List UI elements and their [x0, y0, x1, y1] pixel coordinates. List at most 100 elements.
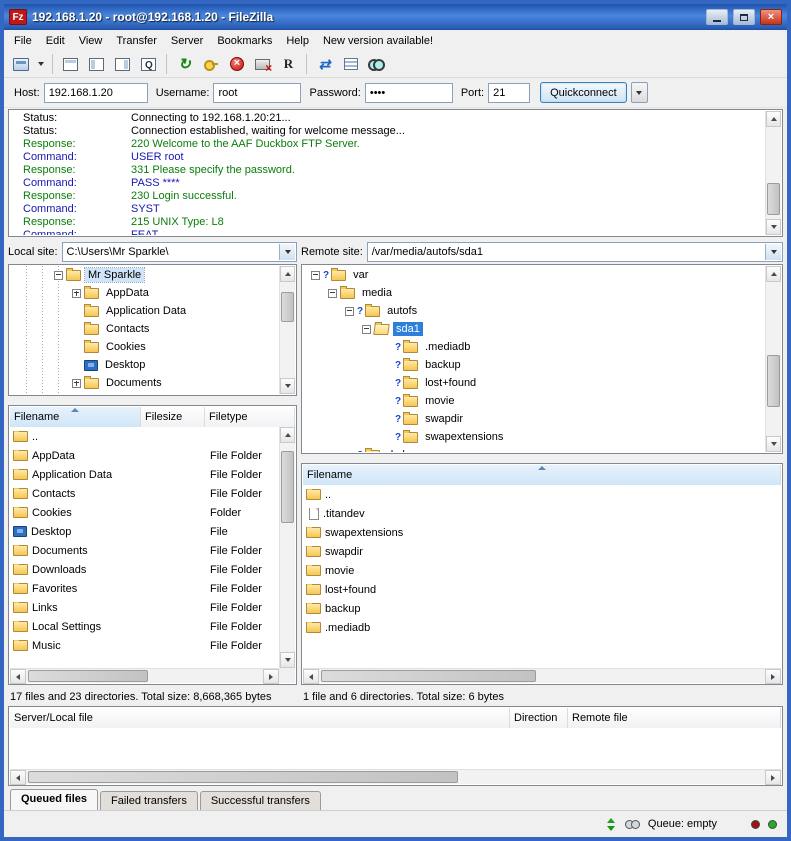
combo-dropdown-button[interactable] — [765, 244, 781, 260]
tab-queued-files[interactable]: Queued files — [10, 789, 98, 810]
column-header-filetype[interactable]: Filetype — [205, 407, 295, 427]
file-row-desktop[interactable]: DesktopFile — [10, 522, 279, 541]
scroll-right-button[interactable] — [765, 770, 781, 785]
file-row-cookies[interactable]: CookiesFolder — [10, 503, 279, 522]
title-bar[interactable]: 192.168.1.20 - root@192.168.1.20 - FileZ… — [4, 4, 787, 30]
file-row-contacts[interactable]: ContactsFile Folder — [10, 484, 279, 503]
scroll-up-button[interactable] — [766, 266, 781, 282]
remote-site-combobox[interactable]: /var/media/autofs/sda1 — [367, 242, 783, 262]
tree-item-autofs[interactable]: autofs — [303, 302, 765, 320]
file-row-links[interactable]: LinksFile Folder — [10, 598, 279, 617]
directory-comparison-button[interactable] — [338, 53, 363, 76]
menu-item-transfer[interactable]: Transfer — [109, 32, 164, 50]
cancel-button[interactable] — [224, 53, 249, 76]
toggle-local-tree-button[interactable] — [84, 53, 109, 76]
expand-icon[interactable] — [72, 379, 81, 388]
port-input[interactable] — [488, 83, 530, 103]
menu-item-file[interactable]: File — [7, 32, 39, 50]
scrollbar-thumb[interactable] — [281, 292, 294, 323]
column-header-filename[interactable]: Filename — [303, 465, 781, 485]
menu-item-new-version-available[interactable]: New version available! — [316, 32, 440, 50]
file-row-mediadb[interactable]: .mediadb — [303, 618, 781, 637]
maximize-button[interactable] — [733, 9, 755, 25]
tree-item-lost-found[interactable]: lost+found — [303, 374, 765, 392]
queue-column-header-direction[interactable]: Direction — [510, 708, 568, 728]
scroll-left-button[interactable] — [10, 770, 26, 785]
tree-item-dvd[interactable]: dvd — [303, 446, 765, 452]
queue-column-header-server-local-file[interactable]: Server/Local file — [10, 708, 510, 728]
scroll-up-button[interactable] — [280, 427, 295, 443]
scroll-down-button[interactable] — [280, 378, 295, 394]
tree-item-sda1[interactable]: sda1 — [303, 320, 765, 338]
file-row-item[interactable]: .. — [303, 485, 781, 504]
toggle-log-view-button[interactable] — [58, 53, 83, 76]
quickconnect-dropdown-button[interactable] — [631, 82, 648, 103]
tree-item-swapdir[interactable]: swapdir — [303, 410, 765, 428]
tree-item-documents[interactable]: Documents — [10, 374, 279, 392]
local-site-combobox[interactable]: C:\Users\Mr Sparkle\ — [62, 242, 297, 262]
scrollbar-thumb[interactable] — [281, 451, 294, 523]
log-vertical-scrollbar[interactable] — [765, 111, 781, 235]
tree-item-cookies[interactable]: Cookies — [10, 338, 279, 356]
scrollbar-thumb[interactable] — [767, 183, 780, 215]
synchronized-browsing-button[interactable] — [312, 53, 337, 76]
scroll-up-button[interactable] — [280, 266, 295, 282]
tree-item-mr-sparkle[interactable]: Mr Sparkle — [10, 266, 279, 284]
host-input[interactable] — [44, 83, 148, 103]
queue-body[interactable] — [10, 728, 781, 769]
disconnect-button[interactable] — [250, 53, 275, 76]
toggle-remote-tree-button[interactable] — [110, 53, 135, 76]
scroll-down-button[interactable] — [280, 652, 295, 668]
scroll-down-button[interactable] — [766, 219, 781, 235]
minimize-button[interactable] — [706, 9, 728, 25]
file-row-application-data[interactable]: Application DataFile Folder — [10, 465, 279, 484]
scroll-right-button[interactable] — [263, 669, 279, 684]
menu-item-help[interactable]: Help — [279, 32, 316, 50]
file-row-lost-found[interactable]: lost+found — [303, 580, 781, 599]
file-row-item[interactable]: .. — [10, 427, 279, 446]
file-row-movie[interactable]: movie — [303, 561, 781, 580]
scroll-down-button[interactable] — [766, 436, 781, 452]
directory-comparison-icon[interactable] — [625, 820, 640, 829]
local-list-horizontal-scrollbar[interactable] — [10, 668, 279, 683]
column-header-filesize[interactable]: Filesize — [141, 407, 205, 427]
tab-failed-transfers[interactable]: Failed transfers — [100, 791, 198, 810]
password-input[interactable] — [365, 83, 453, 103]
tree-item-backup[interactable]: backup — [303, 356, 765, 374]
refresh-button[interactable] — [172, 53, 197, 76]
tree-item-movie[interactable]: movie — [303, 392, 765, 410]
file-row-appdata[interactable]: AppDataFile Folder — [10, 446, 279, 465]
collapse-icon[interactable] — [345, 307, 354, 316]
tree-item-media[interactable]: media — [303, 284, 765, 302]
expand-icon[interactable] — [72, 289, 81, 298]
menu-item-view[interactable]: View — [72, 32, 110, 50]
site-manager-dropdown[interactable] — [34, 53, 47, 76]
scroll-left-button[interactable] — [10, 669, 26, 684]
collapse-icon[interactable] — [362, 325, 371, 334]
scrollbar-thumb[interactable] — [28, 771, 458, 783]
file-row-downloads[interactable]: DownloadsFile Folder — [10, 560, 279, 579]
remote-tree-vertical-scrollbar[interactable] — [765, 266, 781, 452]
splitter-horizontal[interactable] — [8, 396, 297, 405]
file-row-documents[interactable]: DocumentsFile Folder — [10, 541, 279, 560]
queue-horizontal-scrollbar[interactable] — [10, 769, 781, 784]
tree-item-swapextensions[interactable]: swapextensions — [303, 428, 765, 446]
splitter-horizontal[interactable] — [301, 454, 783, 463]
scroll-right-button[interactable] — [765, 669, 781, 684]
reconnect-button[interactable] — [276, 53, 301, 76]
tree-item-appdata[interactable]: AppData — [10, 284, 279, 302]
menu-item-edit[interactable]: Edit — [39, 32, 72, 50]
close-button[interactable] — [760, 9, 782, 25]
queue-column-header-remote-file[interactable]: Remote file — [568, 708, 781, 728]
file-row-favorites[interactable]: FavoritesFile Folder — [10, 579, 279, 598]
combo-dropdown-button[interactable] — [279, 244, 295, 260]
tree-item-contacts[interactable]: Contacts — [10, 320, 279, 338]
scroll-up-button[interactable] — [766, 111, 781, 127]
local-tree-vertical-scrollbar[interactable] — [279, 266, 295, 394]
menu-item-server[interactable]: Server — [164, 32, 210, 50]
remote-list-horizontal-scrollbar[interactable] — [303, 668, 781, 683]
scrollbar-thumb[interactable] — [767, 355, 780, 407]
menu-item-bookmarks[interactable]: Bookmarks — [210, 32, 279, 50]
site-manager-button[interactable] — [8, 53, 33, 76]
collapse-icon[interactable] — [54, 271, 63, 280]
